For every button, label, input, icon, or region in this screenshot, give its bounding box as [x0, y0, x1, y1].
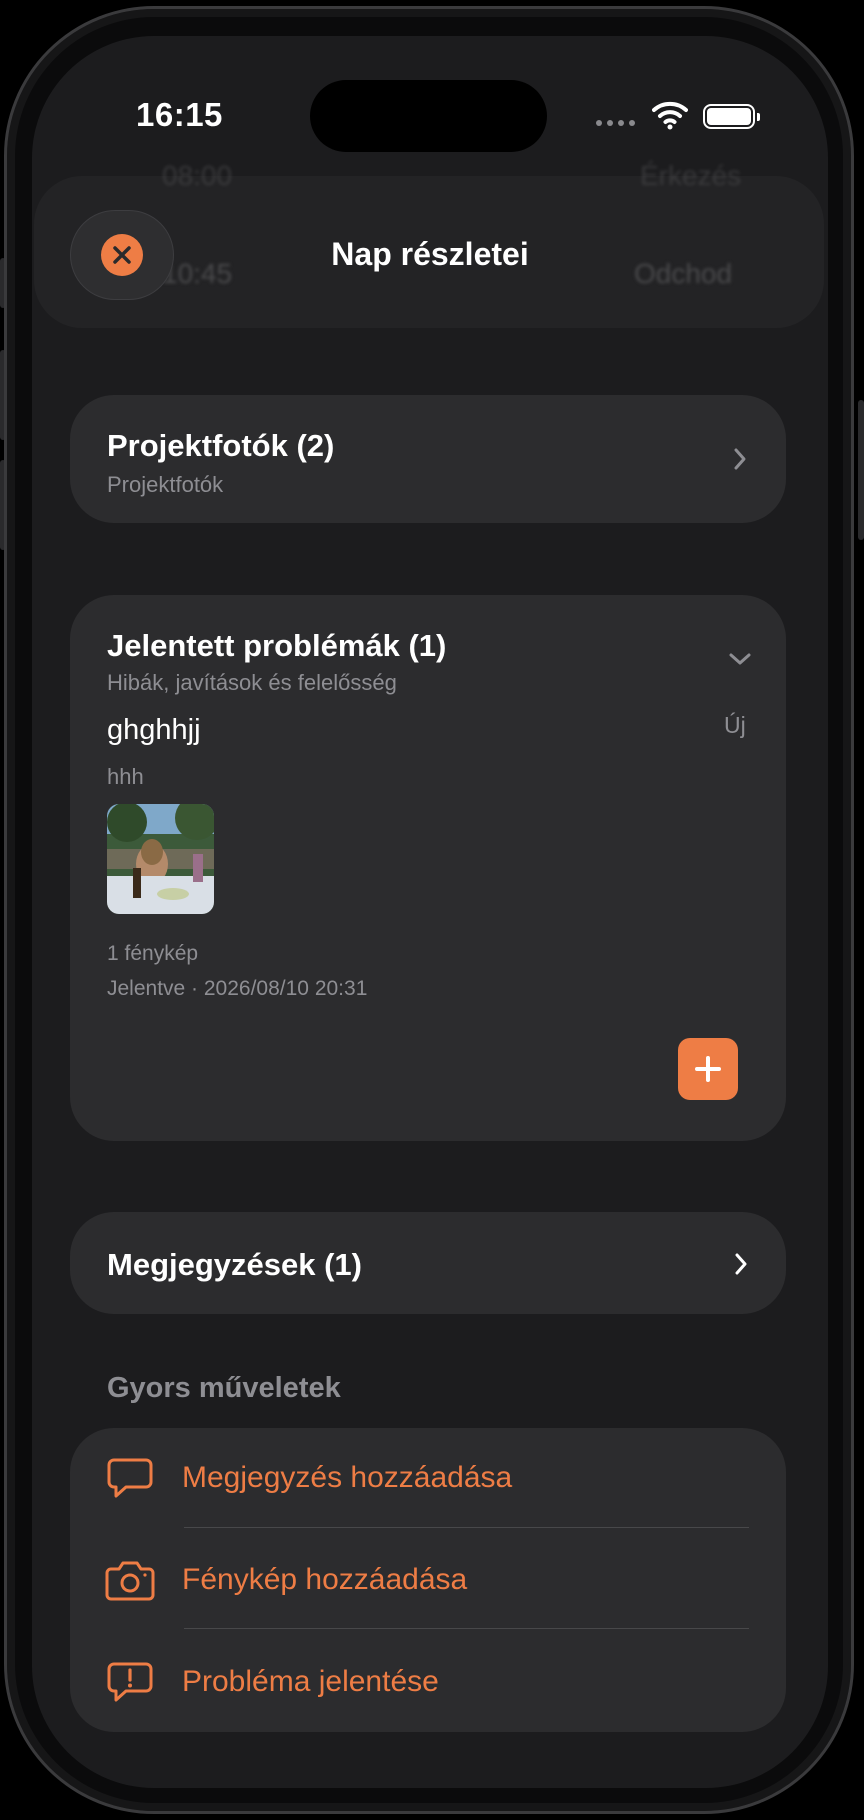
close-button[interactable] — [70, 210, 174, 300]
issue-reported-date: Jelentve · 2026/08/10 20:31 — [107, 977, 368, 1000]
project-photos-subtitle: Projektfotók — [107, 472, 224, 497]
add-note-action[interactable]: Megjegyzés hozzáadása — [104, 1428, 754, 1528]
issue-status-badge: Új — [724, 712, 746, 738]
issue-photo-thumbnail[interactable] — [107, 804, 214, 914]
camera-icon — [104, 1559, 156, 1601]
divider — [184, 1628, 749, 1629]
chevron-right-icon — [734, 448, 746, 470]
reported-issues-subtitle: Hibák, javítások és felelősség — [107, 670, 397, 695]
notes-title: Megjegyzések (1) — [107, 1247, 362, 1282]
behind-label-top: Érkezés — [640, 160, 742, 191]
quick-actions-heading: Gyors műveletek — [107, 1372, 341, 1404]
chevron-right-icon — [735, 1253, 747, 1275]
power-button — [858, 400, 864, 540]
chevron-down-icon[interactable] — [728, 651, 752, 667]
add-photo-action[interactable]: Fénykép hozzáadása — [104, 1530, 754, 1630]
issue-title[interactable]: ghghhjj — [107, 714, 201, 747]
behind-label: Odchod — [634, 258, 733, 289]
close-icon — [101, 234, 143, 276]
reported-issues-title: Jelentett problémák (1) — [107, 628, 447, 663]
page-title: Nap részletei — [331, 236, 529, 272]
dynamic-island — [310, 80, 547, 152]
behind-time-top: 08:00 — [162, 160, 233, 191]
wifi-icon — [652, 101, 688, 130]
add-note-label: Megjegyzés hozzáadása — [182, 1461, 513, 1494]
divider — [184, 1527, 749, 1528]
cellular-signal-icon — [596, 120, 635, 126]
battery-icon — [703, 104, 760, 129]
chat-bubble-icon — [104, 1456, 156, 1500]
status-time: 16:15 — [136, 96, 223, 133]
issue-description: hhh — [107, 764, 144, 789]
report-issue-label: Probléma jelentése — [182, 1665, 439, 1698]
project-photos-title: Projektfotók (2) — [107, 428, 335, 463]
plus-icon — [695, 1056, 721, 1082]
issue-photo-count: 1 fénykép — [107, 942, 199, 965]
add-issue-button[interactable] — [678, 1038, 738, 1100]
add-photo-label: Fénykép hozzáadása — [182, 1563, 468, 1596]
report-issue-action[interactable]: Probléma jelentése — [104, 1632, 754, 1732]
exclamation-bubble-icon — [104, 1660, 156, 1704]
